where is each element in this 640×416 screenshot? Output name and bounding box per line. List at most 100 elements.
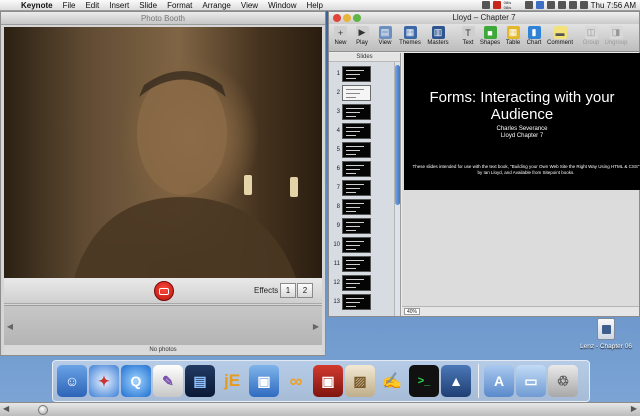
- slide-thumbnail-row[interactable]: 6: [329, 159, 395, 178]
- toolbar-ungroup-button[interactable]: ◨ Ungroup: [603, 24, 629, 46]
- scrubber-left-arrow-icon[interactable]: ◀: [3, 404, 9, 413]
- menu-window[interactable]: Window: [263, 0, 301, 11]
- bottom-scrubber: ◀ ▶: [0, 402, 640, 416]
- menu-edit[interactable]: Edit: [80, 0, 104, 11]
- keynote-titlebar[interactable]: Lloyd – Chapter 7: [329, 12, 639, 24]
- zoom-window-button[interactable]: [353, 14, 361, 22]
- slide-thumbnail[interactable]: [342, 293, 371, 310]
- menu-arrange[interactable]: Arrange: [197, 0, 235, 11]
- menu-insert[interactable]: Insert: [104, 0, 134, 11]
- menu-help[interactable]: Help: [302, 0, 328, 11]
- slide-thumbnail-row[interactable]: 8: [329, 197, 395, 216]
- toolbar-text-button[interactable]: T Text: [459, 24, 477, 46]
- slide-thumbnail[interactable]: [342, 236, 371, 253]
- navigator-scrollbar[interactable]: [394, 62, 400, 316]
- time-machine-icon[interactable]: [546, 1, 555, 9]
- slide-thumbnail-row[interactable]: 13: [329, 292, 395, 311]
- scrubber-knob[interactable]: [38, 405, 48, 415]
- system-preferences-icon[interactable]: ▣: [249, 365, 279, 397]
- terminal-icon[interactable]: >_: [409, 365, 439, 397]
- slide-thumbnail-row[interactable]: 7: [329, 178, 395, 197]
- zoom-level-select[interactable]: 40%: [404, 308, 420, 315]
- documents-folder-icon[interactable]: ▭: [516, 365, 546, 397]
- trash-icon[interactable]: ♲: [548, 365, 578, 397]
- slide-thumbnail[interactable]: [342, 160, 371, 177]
- bluetooth-icon[interactable]: [535, 1, 544, 9]
- wifi-icon[interactable]: [557, 1, 566, 9]
- toolbar-comment-button[interactable]: ▬ Comment: [545, 24, 575, 46]
- finder-icon[interactable]: ☺: [57, 365, 87, 397]
- strip-left-arrow-icon[interactable]: ◀: [4, 306, 16, 346]
- volume-icon[interactable]: [568, 1, 577, 9]
- toolbar-group-button[interactable]: ◫ Group: [580, 24, 602, 46]
- slide-thumbnail[interactable]: [342, 198, 371, 215]
- keynote-icon[interactable]: ▲: [441, 365, 471, 397]
- minimize-window-button[interactable]: [343, 14, 351, 22]
- effects-label: Effects: [254, 286, 279, 295]
- imovie-icon[interactable]: ▤: [185, 365, 215, 397]
- menu-view[interactable]: View: [236, 0, 263, 11]
- effects-page-2-button[interactable]: 2: [297, 283, 313, 298]
- toolbar-new-button[interactable]: + New: [331, 24, 350, 46]
- navigator-scroll-thumb[interactable]: [395, 65, 400, 205]
- jedit-icon[interactable]: jE: [217, 365, 247, 397]
- photo-booth-icon[interactable]: ▣: [313, 365, 343, 397]
- slide-thumbnail-row[interactable]: 2: [329, 83, 395, 102]
- menu-file[interactable]: File: [58, 0, 81, 11]
- slide-thumbnail-row[interactable]: 10: [329, 235, 395, 254]
- slide-thumbnail[interactable]: [342, 217, 371, 234]
- menu-keynote[interactable]: Keynote: [16, 0, 58, 11]
- slide-thumbnail-row[interactable]: 11: [329, 254, 395, 273]
- toolbar-chart-button[interactable]: ▮ Chart: [524, 24, 544, 46]
- slide-thumbnail-row[interactable]: 9: [329, 216, 395, 235]
- safari-icon[interactable]: ✦: [89, 365, 119, 397]
- slide-thumbnail[interactable]: [342, 255, 371, 272]
- slide-thumbnail-row[interactable]: 1: [329, 64, 395, 83]
- menu-clock[interactable]: Thu 7:56 AM: [591, 0, 636, 11]
- slide-thumbnail[interactable]: [342, 179, 371, 196]
- slide-thumbnail[interactable]: [342, 122, 371, 139]
- toolbar-view-button[interactable]: ▤ View: [374, 24, 396, 46]
- desktop-file-icon[interactable]: Lenz - Chapter 06: [574, 318, 638, 356]
- mail-icon[interactable]: ∞: [281, 365, 311, 397]
- slide-thumbnail[interactable]: [342, 65, 371, 82]
- spotlight-status-icon[interactable]: [481, 1, 490, 9]
- slide-subtitle[interactable]: Charles Severance Lloyd Chapter 7: [404, 126, 640, 140]
- toolbar-table-button[interactable]: ▦ Table: [503, 24, 523, 46]
- menu-slide[interactable]: Slide: [134, 0, 162, 11]
- slide-thumbnail[interactable]: [342, 103, 371, 120]
- cpu-meter-icon[interactable]: [524, 1, 533, 9]
- slide-thumbnail-row[interactable]: 5: [329, 140, 395, 159]
- battery-icon[interactable]: [579, 1, 588, 9]
- slide-number: 9: [336, 222, 340, 229]
- take-photo-button[interactable]: [154, 281, 174, 301]
- toolbar-play-button[interactable]: ▶ Play: [351, 24, 373, 46]
- toolbar-masters-button[interactable]: ▥ Masters: [424, 24, 452, 46]
- slide-thumbnail-row[interactable]: 4: [329, 121, 395, 140]
- slide-body-text[interactable]: These slides intended for use with the t…: [412, 164, 640, 176]
- script-editor-icon[interactable]: ✍: [377, 365, 407, 397]
- slide-number: 2: [336, 89, 340, 96]
- slide-thumbnail-row[interactable]: 12: [329, 273, 395, 292]
- slide-number: 3: [336, 108, 340, 115]
- effects-page-1-button[interactable]: 1: [280, 283, 296, 298]
- slide-thumbnail[interactable]: [342, 274, 371, 291]
- menu-format[interactable]: Format: [162, 0, 197, 11]
- current-slide[interactable]: Forms: Interacting with your Audience Ch…: [404, 53, 640, 190]
- recording-status-icon[interactable]: [492, 1, 501, 9]
- photo-booth-title[interactable]: Photo Booth: [1, 12, 325, 25]
- toolbar-themes-button[interactable]: ▦ Themes: [397, 24, 423, 46]
- slide-thumbnail-row[interactable]: 3: [329, 102, 395, 121]
- close-window-button[interactable]: [333, 14, 341, 22]
- ichat-icon[interactable]: ✎: [153, 365, 183, 397]
- quicktime-icon[interactable]: Q: [121, 365, 151, 397]
- strip-right-arrow-icon[interactable]: ▶: [310, 306, 322, 346]
- toolbar-shapes-button[interactable]: ■ Shapes: [478, 24, 502, 46]
- scrubber-right-arrow-icon[interactable]: ▶: [631, 404, 637, 413]
- preview-icon[interactable]: ▨: [345, 365, 375, 397]
- text-icon: T: [461, 26, 475, 39]
- slide-thumbnail[interactable]: [342, 84, 371, 101]
- slide-thumbnail[interactable]: [342, 141, 371, 158]
- slide-title[interactable]: Forms: Interacting with your Audience: [404, 89, 640, 123]
- applications-folder-icon[interactable]: A: [484, 365, 514, 397]
